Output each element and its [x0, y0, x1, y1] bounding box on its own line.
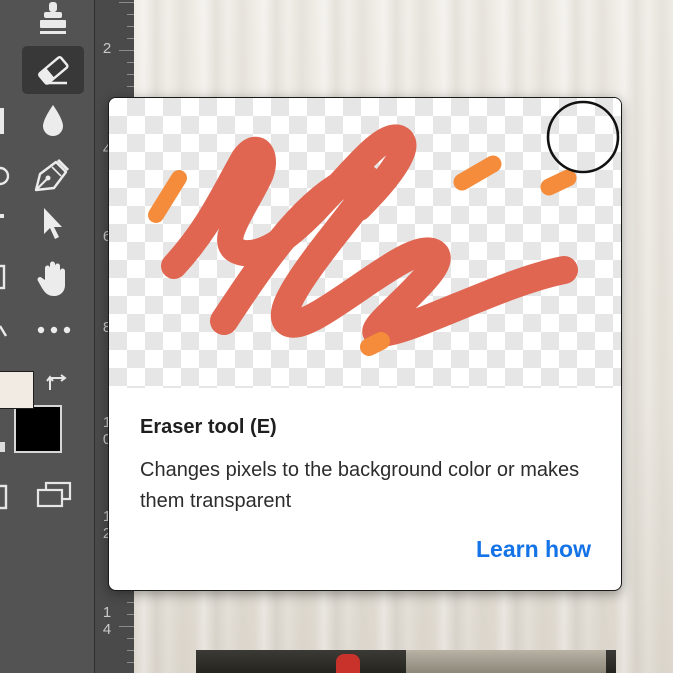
screen-mode-icon[interactable] — [36, 481, 72, 509]
tooltip-title: Eraser tool (E) — [140, 416, 277, 438]
ruler-tick — [119, 50, 134, 51]
foreground-color-swatch[interactable] — [0, 371, 34, 409]
ruler-tick — [127, 74, 134, 75]
stamp-icon — [40, 2, 66, 34]
lasso-fragment-icon — [0, 166, 10, 186]
pen-icon — [34, 158, 70, 192]
ruler-tick — [119, 626, 134, 627]
blur-tool[interactable] — [40, 104, 66, 138]
photo-books — [196, 650, 616, 673]
eraser-brush-cursor-icon — [546, 100, 620, 174]
partial-tool-left-2[interactable] — [0, 160, 10, 190]
accent-dot — [540, 169, 577, 196]
quick-mask-icon[interactable] — [0, 484, 8, 512]
accent-dot — [360, 332, 390, 356]
ruler-label: 1 4 — [102, 604, 112, 638]
blur-drop-icon — [43, 105, 63, 136]
partial-tool-left-1[interactable] — [0, 106, 8, 136]
ruler-tick — [119, 2, 134, 3]
swap-colors-icon[interactable] — [46, 372, 70, 394]
ruler-tick — [127, 638, 134, 639]
ruler-tick — [127, 614, 134, 615]
learn-how-link[interactable]: Learn how — [476, 536, 591, 563]
eraser-demo-illustration — [148, 100, 620, 356]
tools-panel — [0, 0, 94, 673]
ruler-tick — [127, 26, 134, 27]
default-colors-icon[interactable] — [0, 442, 5, 452]
partial-tool-left-4[interactable] — [0, 262, 8, 292]
ruler-tick — [127, 650, 134, 651]
eraser-tool[interactable] — [22, 46, 84, 94]
stamp-tool[interactable] — [38, 2, 68, 36]
text-fragment-icon — [0, 214, 4, 218]
path-select-icon — [44, 208, 62, 239]
ruler-tick — [127, 62, 134, 63]
ruler-label: 2 — [102, 40, 112, 57]
accent-dot — [148, 170, 187, 223]
more-tools-icon — [37, 326, 71, 334]
hand-tool[interactable] — [36, 260, 70, 298]
partial-tool-left-5[interactable] — [0, 314, 8, 344]
shape-fragment-icon — [0, 264, 6, 290]
eraser-stroke-2 — [161, 124, 417, 279]
ruler-tick — [127, 662, 134, 663]
more-tools-button[interactable] — [36, 320, 72, 340]
accent-dot — [453, 155, 502, 191]
path-selection-tool[interactable] — [40, 206, 66, 242]
ruler-tick — [127, 38, 134, 39]
partial-tool-left-3[interactable] — [0, 210, 8, 240]
ruler-tick — [127, 602, 134, 603]
background-color-swatch[interactable] — [14, 405, 62, 453]
bracket-icon — [0, 108, 4, 134]
tooltip-preview-image — [109, 98, 621, 388]
zoom-fragment-icon — [0, 325, 8, 337]
ruler-tick — [127, 14, 134, 15]
tooltip-description: Changes pixels to the background color o… — [140, 459, 580, 512]
ruler-tick — [127, 86, 134, 87]
eraser-icon — [38, 56, 69, 85]
rich-tooltip: Eraser tool (E) Changes pixels to the ba… — [108, 97, 622, 591]
hand-icon — [37, 261, 65, 296]
pen-tool[interactable] — [30, 156, 74, 194]
photo-book-red — [336, 654, 360, 673]
